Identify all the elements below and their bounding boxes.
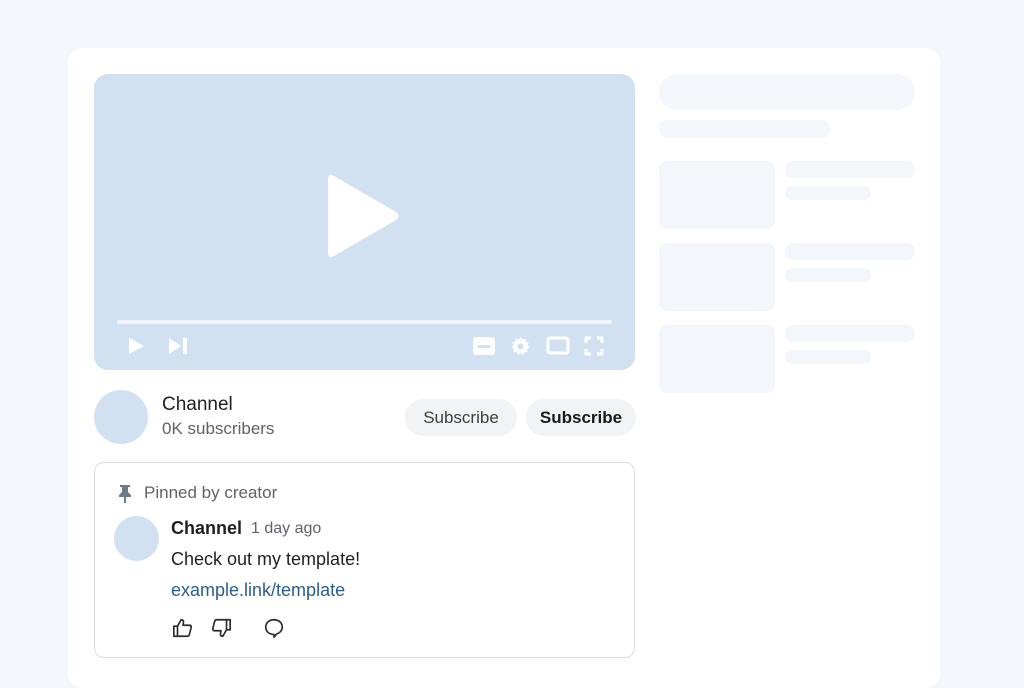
subscriber-count: 0K subscribers <box>162 419 275 438</box>
dislike-icon[interactable] <box>210 617 232 639</box>
progress-bar[interactable] <box>117 320 612 324</box>
comment-link[interactable]: example.link/template <box>171 580 345 601</box>
subtitles-icon[interactable] <box>472 336 496 356</box>
fullscreen-icon[interactable] <box>584 336 604 356</box>
skeleton-line <box>785 350 871 364</box>
comment-text: Check out my template! <box>171 549 361 569</box>
subscribe-button-bold[interactable]: Subscribe <box>526 399 636 436</box>
pinned-label: Pinned by creator <box>144 483 278 502</box>
play-icon[interactable] <box>326 172 402 260</box>
subscribe-button[interactable]: Subscribe <box>405 399 517 436</box>
comment-avatar[interactable] <box>114 516 159 561</box>
comment-timestamp[interactable]: 1 day ago <box>251 520 321 538</box>
skeleton-line <box>785 268 871 282</box>
skeleton-thumbnail <box>659 161 775 229</box>
skeleton-title <box>659 74 915 110</box>
skip-next-icon[interactable] <box>167 336 189 356</box>
channel-avatar[interactable] <box>94 390 148 444</box>
settings-icon[interactable] <box>510 336 531 357</box>
skeleton-line <box>785 325 915 342</box>
skeleton-subtitle <box>659 120 830 138</box>
play-button-icon[interactable] <box>126 336 146 356</box>
skeleton-thumbnail <box>659 325 775 393</box>
skeleton-line <box>785 186 871 200</box>
skeleton-thumbnail <box>659 243 775 311</box>
theater-mode-icon[interactable] <box>546 336 570 356</box>
like-icon[interactable] <box>172 617 194 639</box>
channel-name[interactable]: Channel <box>162 394 233 416</box>
comment-author[interactable]: Channel <box>171 518 242 539</box>
reply-icon[interactable] <box>263 617 285 639</box>
skeleton-line <box>785 243 915 260</box>
pin-icon <box>119 485 131 503</box>
skeleton-line <box>785 161 915 178</box>
